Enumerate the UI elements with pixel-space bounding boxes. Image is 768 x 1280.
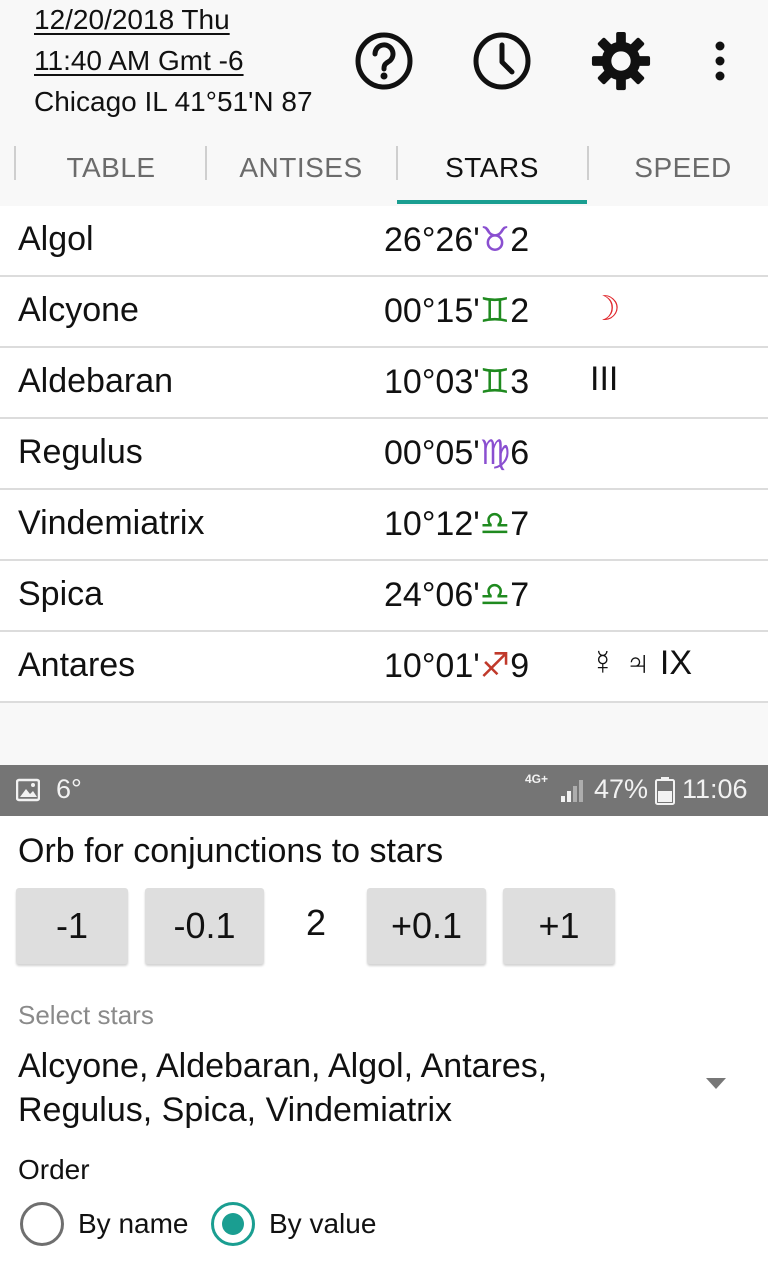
- star-position: 00°15'♊2: [384, 291, 529, 331]
- time-link[interactable]: 11:40 AM Gmt -6: [34, 45, 244, 77]
- radio-unchecked-icon[interactable]: [20, 1202, 64, 1246]
- star-name: Algol: [18, 220, 94, 258]
- star-aspect-info: III: [590, 360, 619, 398]
- star-row[interactable]: Alcyone 00°15'♊2 ☽: [0, 277, 768, 348]
- orb-title: Orb for conjunctions to stars: [18, 832, 444, 870]
- libra-icon: ♎: [479, 504, 511, 544]
- gear-icon[interactable]: [590, 30, 652, 92]
- battery-icon: [655, 777, 675, 805]
- radio-by-name[interactable]: By name: [20, 1202, 189, 1246]
- virgo-icon: ♍: [479, 433, 511, 473]
- star-list: Algol 26°26'♉2 Alcyone 00°15'♊2 ☽ Aldebaran 10…: [0, 206, 768, 763]
- star-position: 00°05'♍6: [384, 433, 529, 473]
- date-link[interactable]: 12/20/2018 Thu: [34, 4, 230, 36]
- star-house: 3: [510, 363, 530, 401]
- app-header: 12/20/2018 Thu 11:40 AM Gmt -6 Chicago I…: [0, 0, 768, 130]
- tab-bar: TABLE ANTISES STARS SPEED: [0, 130, 768, 206]
- status-clock: 11:06: [682, 774, 748, 804]
- orb-value: 2: [305, 902, 327, 943]
- signal-icon: [561, 780, 583, 802]
- star-degree: 00°15': [384, 292, 480, 330]
- star-degree: 10°12': [384, 505, 480, 543]
- star-row[interactable]: Aldebaran 10°03'♊3 III: [0, 348, 768, 419]
- tab-speed[interactable]: SPEED: [588, 130, 768, 206]
- weather-temp: 6°: [56, 774, 82, 804]
- taurus-icon: ♉: [479, 220, 511, 260]
- star-position: 10°12'♎7: [384, 504, 529, 544]
- tab-stars[interactable]: STARS: [397, 130, 587, 206]
- star-degree: 24°06': [384, 576, 480, 614]
- star-name: Alcyone: [18, 291, 139, 329]
- star-position: 24°06'♎7: [384, 575, 529, 615]
- libra-icon: ♎: [479, 575, 511, 615]
- tab-table[interactable]: TABLE: [16, 130, 206, 206]
- select-stars-label: Select stars: [18, 1000, 154, 1030]
- tab-antises[interactable]: ANTISES: [206, 130, 396, 206]
- radio-by-value-label: By value: [269, 1208, 377, 1239]
- order-label: Order: [18, 1154, 90, 1185]
- radio-by-value[interactable]: By value: [211, 1202, 376, 1246]
- sagittarius-icon: ♐: [479, 646, 511, 686]
- star-degree: 10°03': [384, 363, 480, 401]
- clock-icon[interactable]: [471, 30, 533, 92]
- star-row[interactable]: Vindemiatrix 10°12'♎7: [0, 490, 768, 561]
- star-degree: 26°26': [384, 221, 480, 259]
- star-degree: 10°01': [384, 647, 480, 685]
- star-name: Antares: [18, 646, 136, 684]
- star-aspect-info: ☿ ♃ IX: [590, 644, 693, 682]
- help-icon[interactable]: [353, 30, 415, 92]
- star-position: 10°03'♊3: [384, 362, 529, 402]
- list-blank-area: [0, 703, 768, 763]
- orb-minus-1-button[interactable]: -1: [16, 888, 128, 964]
- star-row[interactable]: Antares 10°01'♐9 ☿ ♃ IX: [0, 632, 768, 703]
- star-degree: 00°05': [384, 434, 480, 472]
- status-bar: 6° 4G+ 47% 11:06: [0, 765, 768, 816]
- star-name: Spica: [18, 575, 104, 613]
- radio-by-name-label: By name: [78, 1208, 189, 1239]
- gemini-icon: ♊: [479, 362, 511, 402]
- image-icon: [16, 778, 40, 802]
- star-row[interactable]: Spica 24°06'♎7: [0, 561, 768, 632]
- select-stars-dropdown[interactable]: Alcyone, Aldebaran, Algol, Antares, Regu…: [18, 1044, 658, 1132]
- star-name: Regulus: [18, 433, 143, 471]
- star-row[interactable]: Regulus 00°05'♍6: [0, 419, 768, 490]
- orb-plus-1-button[interactable]: +1: [503, 888, 615, 964]
- star-house: 2: [510, 292, 530, 330]
- star-name: Aldebaran: [18, 362, 174, 400]
- star-position: 26°26'♉2: [384, 220, 529, 260]
- location-text[interactable]: Chicago IL 41°51'N 87: [34, 86, 326, 118]
- battery-percent: 47%: [594, 774, 649, 804]
- star-aspect-info: ☽: [590, 290, 621, 328]
- star-name: Vindemiatrix: [18, 504, 205, 542]
- network-type: 4G+: [525, 772, 549, 786]
- settings-panel: Orb for conjunctions to stars -1 -0.1 2 …: [0, 816, 768, 1280]
- orb-plus-0-1-button[interactable]: +0.1: [367, 888, 486, 964]
- star-row[interactable]: Algol 26°26'♉2: [0, 206, 768, 277]
- star-house: 9: [510, 647, 530, 685]
- more-vert-icon[interactable]: [700, 30, 740, 92]
- star-house: 6: [510, 434, 530, 472]
- dropdown-arrow-icon[interactable]: [706, 1078, 726, 1090]
- orb-minus-0-1-button[interactable]: -0.1: [145, 888, 264, 964]
- star-house: 7: [510, 576, 530, 614]
- star-house: 2: [510, 221, 530, 259]
- gemini-icon: ♊: [479, 291, 511, 331]
- radio-checked-icon[interactable]: [211, 1202, 255, 1246]
- star-position: 10°01'♐9: [384, 646, 529, 686]
- star-house: 7: [510, 505, 530, 543]
